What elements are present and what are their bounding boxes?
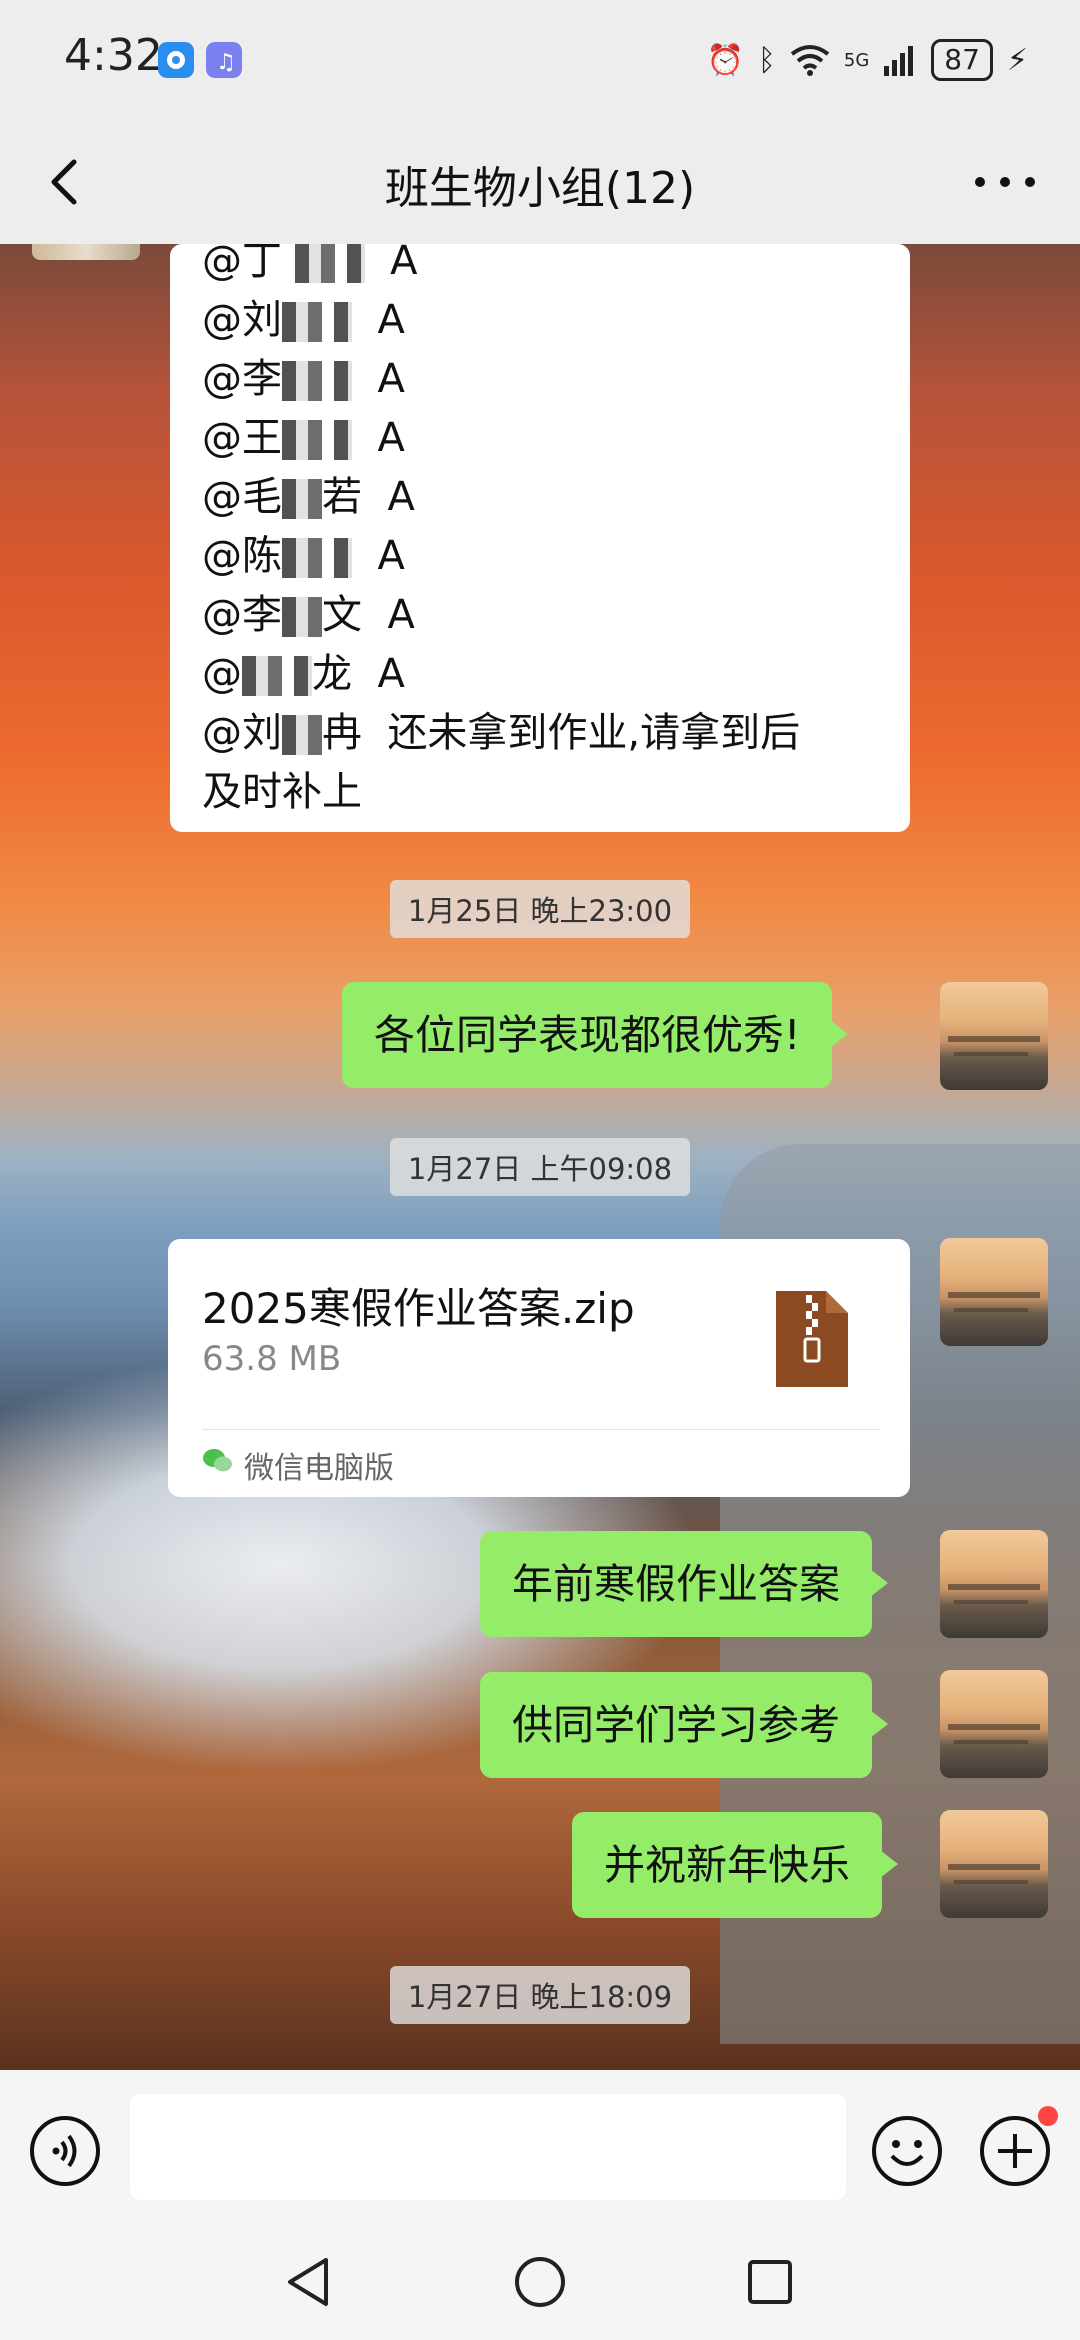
message-text: 并祝新年快乐	[604, 1841, 850, 1889]
file-name: 2025寒假作业答案.zip	[202, 1284, 635, 1333]
mention-line: @ 龙 A	[202, 651, 405, 697]
mention-message-bubble[interactable]: @丁 A @刘 A @李 A @王 A @毛若 A @陈 A @李文 A @ 龙 …	[170, 244, 910, 832]
sender-avatar[interactable]	[32, 244, 140, 260]
status-bar: 4:32 ♫ ⏰ ᛒ 5G 87 ⚡	[0, 0, 1080, 120]
more-icon[interactable]	[970, 160, 1040, 204]
wechat-icon	[203, 1449, 232, 1472]
chat-messages: @丁 A @刘 A @李 A @王 A @毛若 A @陈 A @李文 A @ 龙 …	[0, 244, 1080, 2070]
system-nav-bar	[0, 2220, 1080, 2340]
nav-recent-icon[interactable]	[742, 2254, 798, 2310]
signal-icon	[884, 46, 914, 76]
file-source-label: 微信电脑版	[244, 1451, 394, 1486]
my-avatar[interactable]	[940, 1238, 1048, 1346]
message-text: 年前寒假作业答案	[512, 1560, 840, 1608]
message-text: 各位同学表现都很优秀!	[374, 1011, 801, 1059]
zip-file-icon	[776, 1291, 848, 1387]
message-input[interactable]	[130, 2094, 846, 2200]
mention-line: @毛若 A	[202, 474, 415, 520]
sent-message-bubble[interactable]: 供同学们学习参考	[480, 1672, 888, 1778]
timestamp: 1月27日 晚上18:09	[0, 1966, 1080, 2024]
mention-line: @王 A	[202, 415, 405, 461]
music-app-icon: ♫	[206, 42, 242, 78]
timestamp: 1月27日 上午09:08	[0, 1138, 1080, 1196]
status-indicators: ⏰ ᛒ 5G 87 ⚡	[707, 36, 1028, 84]
my-avatar[interactable]	[940, 982, 1048, 1090]
chat-header: 班生物小组(12)	[0, 120, 1080, 244]
nav-back-icon[interactable]	[282, 2254, 338, 2310]
status-time: 4:32	[64, 30, 163, 81]
wifi-icon	[790, 45, 830, 76]
message-text: 供同学们学习参考	[512, 1701, 840, 1749]
nav-home-icon[interactable]	[512, 2254, 568, 2310]
battery-indicator: 87	[931, 39, 993, 81]
my-avatar[interactable]	[940, 1810, 1048, 1918]
voice-icon[interactable]	[28, 2114, 102, 2188]
mention-line: @李 A	[202, 356, 405, 402]
svg-text:♫: ♫	[216, 50, 236, 75]
input-bar	[0, 2070, 1080, 2220]
mention-line: @刘 A	[202, 297, 405, 343]
bluetooth-icon: ᛒ	[757, 42, 776, 78]
mention-line: @陈 A	[202, 533, 405, 579]
mention-line: @丁 A	[202, 244, 418, 284]
network-label: 5G	[843, 49, 870, 71]
sent-message-bubble[interactable]: 年前寒假作业答案	[480, 1531, 888, 1637]
my-avatar[interactable]	[940, 1530, 1048, 1638]
charging-icon: ⚡	[1006, 42, 1028, 78]
sent-message-bubble[interactable]: 并祝新年快乐	[572, 1812, 898, 1918]
mention-line: 及时补上	[202, 769, 362, 815]
timestamp: 1月25日 晚上23:00	[0, 880, 1080, 938]
file-size: 63.8 MB	[202, 1339, 342, 1379]
sent-message-bubble[interactable]: 各位同学表现都很优秀!	[342, 982, 849, 1088]
divider	[202, 1429, 880, 1430]
notification-dot	[1038, 2106, 1058, 2126]
mention-list: @丁 A @刘 A @李 A @王 A @毛若 A @陈 A @李文 A @ 龙 …	[202, 244, 902, 822]
maps-app-icon	[158, 42, 194, 78]
plus-icon[interactable]	[978, 2114, 1052, 2188]
emoji-icon[interactable]	[870, 2114, 944, 2188]
mention-line: @李文 A	[202, 592, 415, 638]
chat-title: 班生物小组(12)	[384, 163, 696, 214]
alarm-icon: ⏰	[706, 42, 744, 78]
mention-line: @刘冉 还未拿到作业,请拿到后	[202, 710, 801, 756]
my-avatar[interactable]	[940, 1670, 1048, 1778]
file-message-bubble[interactable]: 2025寒假作业答案.zip 63.8 MB 微信电脑版	[168, 1239, 910, 1497]
